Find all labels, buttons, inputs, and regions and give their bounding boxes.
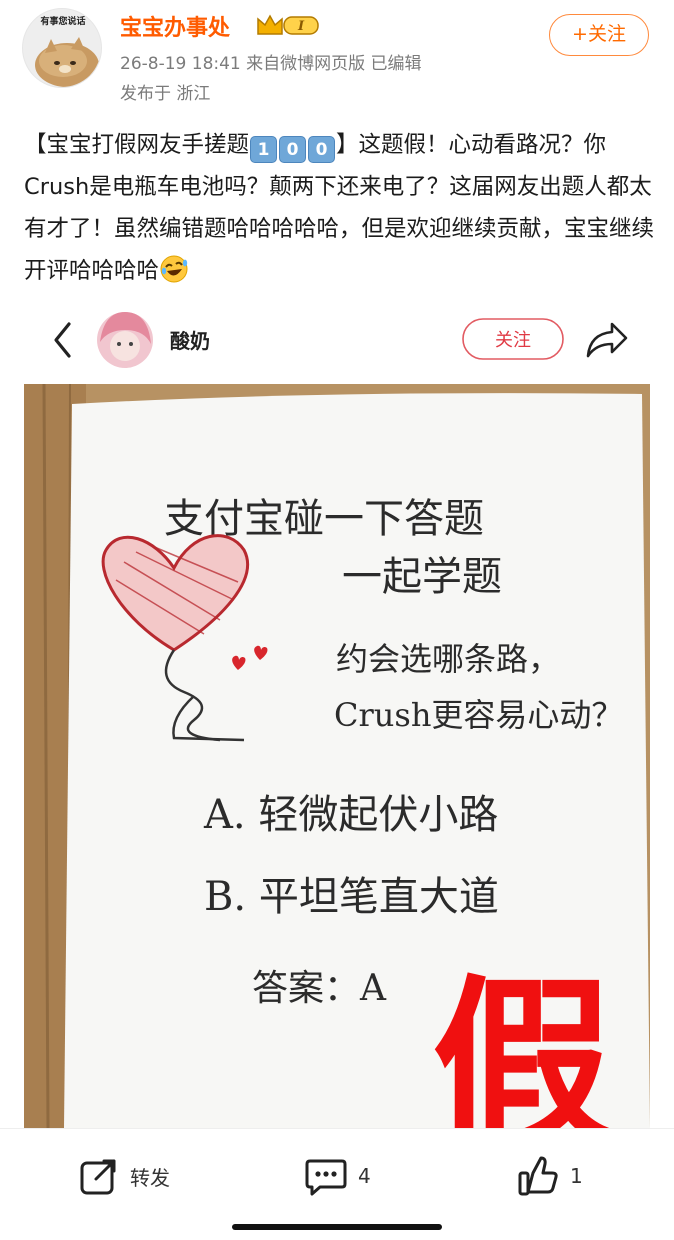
repost-label: 转发 — [130, 1165, 170, 1190]
rofl-emoji-icon — [160, 255, 188, 283]
fake-stamp: 假 — [432, 960, 612, 1128]
paper-answer: 答案：A — [252, 968, 387, 1009]
embedded-author-name[interactable]: 酸奶 — [170, 329, 210, 353]
post-text: 【宝宝打假网友手搓题 1 0 0 】这题假！心动看路况？你Crush是电瓶车电池吗？颠两… — [24, 124, 654, 292]
comment-count: 4 — [358, 1164, 371, 1188]
follow-button[interactable]: +关注 — [549, 14, 649, 56]
embedded-author-avatar[interactable] — [97, 312, 153, 368]
post-meta: 26-8-19 18:41 来自微博网页版 已编辑 — [120, 54, 422, 74]
home-indicator — [232, 1224, 442, 1230]
post-text-part-a: 【宝宝打假网友手搓题 — [24, 132, 250, 158]
like-button[interactable]: 1 — [516, 1151, 583, 1201]
repost-button[interactable]: 转发 — [78, 1151, 170, 1201]
embedded-screenshot-image[interactable]: 酸奶 关注 支付宝碰一下答题 一起学题 约会选哪条路， Crush更容易心动？ … — [24, 300, 650, 1128]
thumbs-up-icon — [518, 1156, 558, 1196]
comment-icon — [305, 1159, 347, 1196]
repost-icon — [80, 1159, 116, 1195]
paper-question-2: Crush更容易心动？ — [334, 696, 623, 734]
vip-crown-badge-icon: I — [257, 14, 319, 35]
number-key-0: 0 — [279, 136, 307, 163]
number-key-0b: 0 — [308, 136, 336, 163]
avatar-caption: 有事您说话 — [40, 17, 86, 27]
paper-line-2: 一起学题 — [342, 554, 502, 600]
username[interactable]: 宝宝办事处 — [120, 10, 230, 42]
post-header: 有事您说话 宝宝办事处 I 26-8-19 18:41 来自微博网页版 已编辑 … — [0, 0, 674, 110]
paper-option-a: A. 轻微起伏小路 — [203, 792, 498, 838]
action-bar: 转发 4 1 — [0, 1128, 674, 1240]
paper-question-1: 约会选哪条路， — [336, 640, 560, 678]
comment-button[interactable]: 4 — [304, 1151, 371, 1201]
embedded-follow-label: 关注 — [495, 330, 531, 351]
user-avatar[interactable]: 有事您说话 — [22, 8, 102, 88]
badge-level: I — [297, 19, 305, 34]
post-location: 发布于 浙江 — [120, 84, 211, 104]
number-key-1: 1 — [250, 136, 278, 163]
paper-option-b: B. 平坦笔直大道 — [204, 874, 499, 920]
like-count: 1 — [570, 1164, 583, 1188]
